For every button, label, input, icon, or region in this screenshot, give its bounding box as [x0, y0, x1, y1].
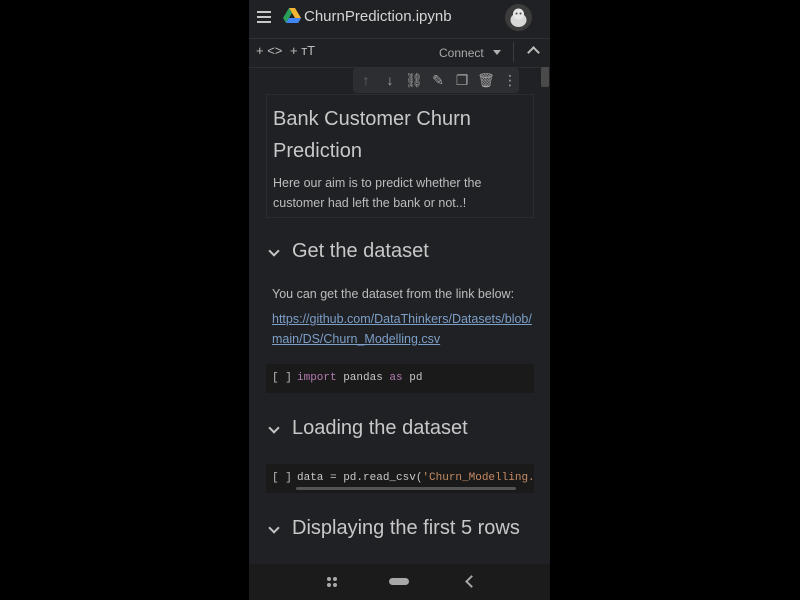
cell-toolbar: ↑ ↓ ⛓ ✎ ❐ 🗑 ⋮ [353, 68, 519, 93]
link-icon[interactable]: ⛓ [405, 72, 423, 88]
edit-icon[interactable]: ✎ [429, 72, 447, 88]
code-keyword: import [297, 372, 337, 384]
back-icon[interactable] [465, 575, 478, 588]
intro-text: Here our aim is to predict whether the c… [273, 176, 482, 210]
mirror-cell-icon[interactable]: ❐ [453, 72, 471, 88]
intro-heading: Bank Customer Churn Prediction [273, 108, 471, 162]
hamburger-menu-icon[interactable] [257, 11, 271, 23]
code-text: data = pd.read_csv('Churn_Modelling.csv [297, 472, 534, 484]
scrollbar[interactable] [541, 67, 549, 87]
intro-text-cell[interactable]: Bank Customer Churn Prediction Here our … [266, 94, 534, 218]
recents-icon[interactable] [327, 577, 337, 587]
connect-dropdown-icon[interactable] [493, 50, 501, 55]
section-collapse-chevron-icon[interactable] [268, 522, 280, 534]
delete-icon[interactable]: 🗑 [477, 72, 495, 88]
code-keyword: as [389, 372, 403, 384]
avatar[interactable] [505, 4, 532, 31]
more-options-icon[interactable]: ⋮ [501, 72, 519, 88]
connect-button[interactable]: Connect [439, 46, 484, 60]
section-heading-first-rows: Displaying the first 5 rows [292, 517, 520, 539]
horizontal-scrollbar[interactable] [296, 487, 516, 490]
add-text-button[interactable]: + ᴛT [290, 43, 315, 58]
section-heading-get-dataset: Get the dataset [292, 240, 429, 262]
notebook-content[interactable]: ↑ ↓ ⛓ ✎ ❐ 🗑 ⋮ Bank Customer Churn Predic… [249, 67, 550, 564]
chevron-up-icon[interactable] [527, 46, 540, 59]
dataset-instruction-text: You can get the dataset from the link be… [272, 287, 515, 301]
toolbar-divider [513, 42, 514, 62]
code-token: pd [402, 372, 423, 384]
avatar-image [505, 4, 532, 31]
home-icon[interactable] [389, 578, 409, 585]
google-drive-icon[interactable] [283, 8, 301, 24]
run-cell-button[interactable]: [ ] [272, 472, 292, 484]
code-cell-read-csv[interactable]: [ ] data = pd.read_csv('Churn_Modelling.… [266, 464, 534, 493]
phone-screen: ChurnPrediction.ipynb + <> + ᴛT Connect … [249, 0, 550, 600]
code-token: pandas [336, 372, 390, 384]
code-text: import pandas as pd [297, 372, 422, 384]
run-cell-button[interactable]: [ ] [272, 372, 292, 384]
code-token: data = pd.read_csv( [297, 472, 423, 484]
app-bar: ChurnPrediction.ipynb [249, 0, 550, 36]
code-cell-import[interactable]: [ ] import pandas as pd [266, 364, 534, 393]
move-down-icon[interactable]: ↓ [381, 72, 399, 88]
notebook-toolbar: + <> + ᴛT Connect [249, 38, 550, 68]
code-string: 'Churn_Modelling.csv [422, 472, 534, 484]
dataset-link[interactable]: https://github.com/DataThinkers/Datasets… [272, 309, 534, 349]
notebook-title[interactable]: ChurnPrediction.ipynb [304, 8, 452, 25]
add-code-button[interactable]: + <> [256, 43, 282, 58]
move-up-icon[interactable]: ↑ [357, 72, 375, 88]
section-heading-loading-dataset: Loading the dataset [292, 417, 468, 439]
section-collapse-chevron-icon[interactable] [268, 245, 280, 257]
system-nav-bar [249, 564, 550, 600]
section-collapse-chevron-icon[interactable] [268, 422, 280, 434]
